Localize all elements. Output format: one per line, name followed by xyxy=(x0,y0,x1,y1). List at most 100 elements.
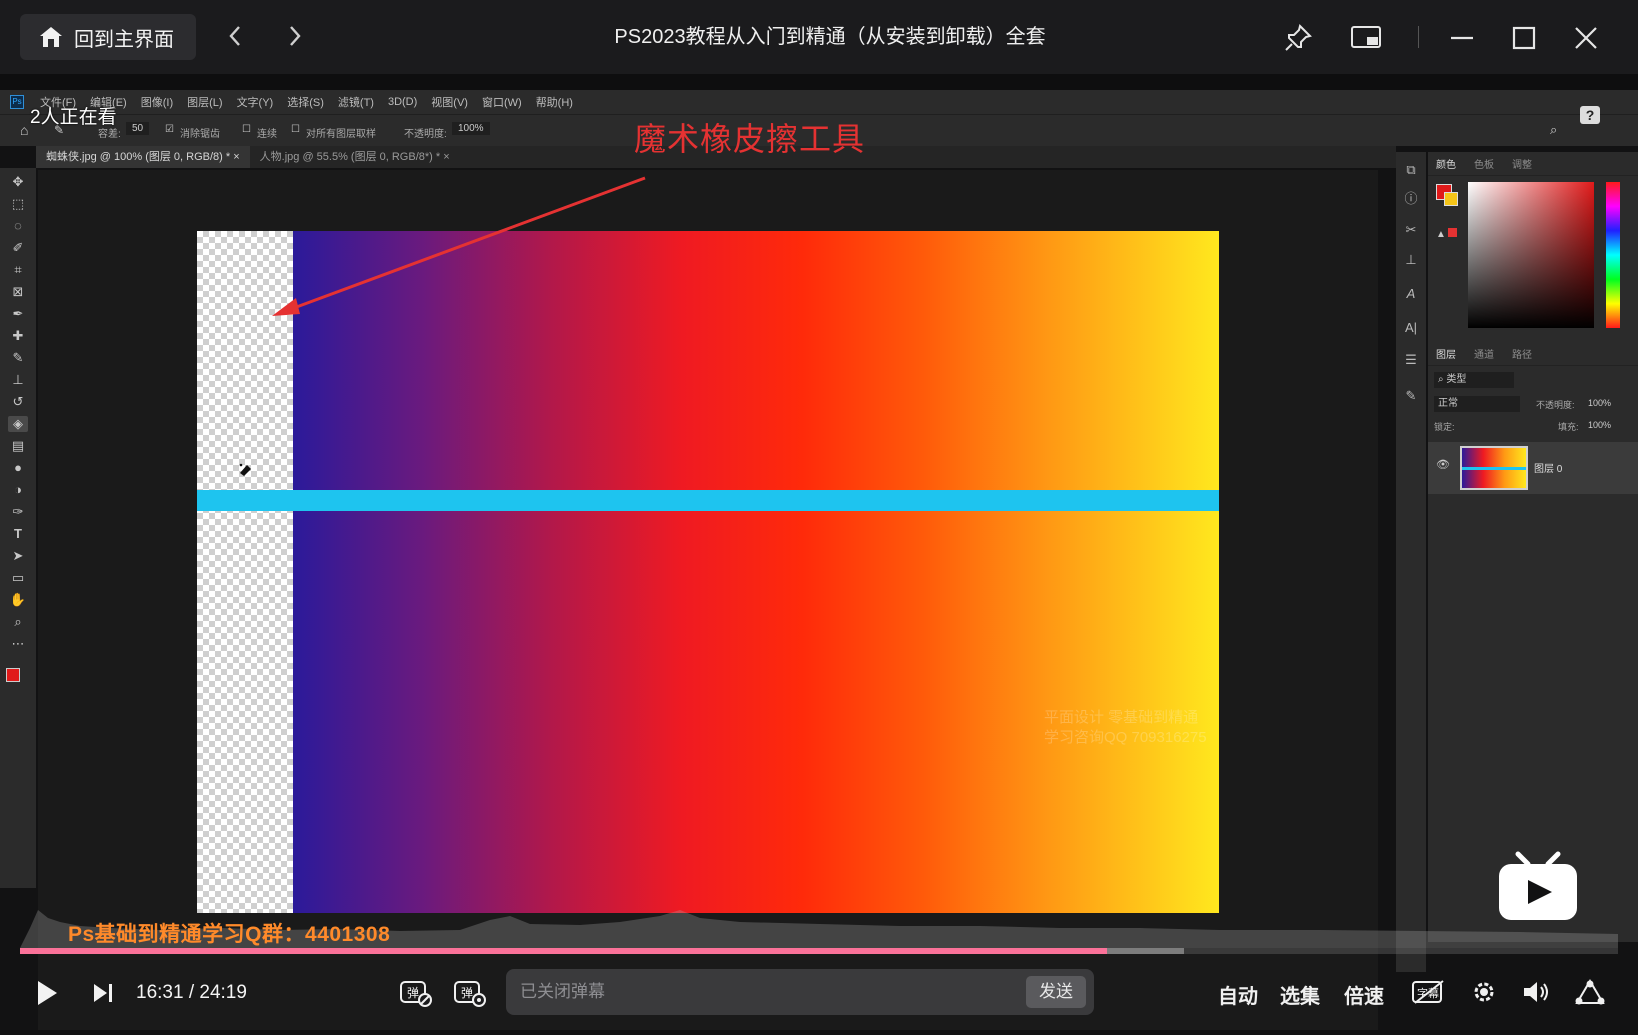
send-button[interactable]: 发送 xyxy=(1026,976,1086,1008)
maximize-icon xyxy=(1512,26,1536,50)
stamp-tool-icon: ⊥ xyxy=(12,372,24,387)
blend-mode-label: 正常 xyxy=(1438,398,1458,409)
magic-eraser-cursor-icon xyxy=(239,463,251,476)
layer-visibility-eye-icon: 👁 xyxy=(1436,459,1450,471)
swatches-tab: 色板 xyxy=(1474,160,1494,171)
triple-dot-share-icon xyxy=(1575,979,1605,1005)
color-panel-tabs: 颜色 色板 调整 xyxy=(1428,152,1638,176)
color-tab: 颜色 xyxy=(1436,160,1456,171)
watermark: 平面设计 零基础到精通 学习咨询QQ 709316275 xyxy=(1044,708,1207,748)
zoom-tool-icon: ⌕ xyxy=(14,614,22,629)
annotation-arrow-icon xyxy=(272,176,646,316)
history-panel-icon: ⧉ xyxy=(1406,162,1416,177)
skip-next-icon xyxy=(94,984,112,1002)
help-icon[interactable]: ? xyxy=(1580,106,1600,124)
layer-name: 图层 0 xyxy=(1534,464,1563,475)
layers-tab: 图层 xyxy=(1436,350,1456,361)
more-tools-icon: ⋯ xyxy=(11,636,25,651)
mini-window-button[interactable] xyxy=(1346,18,1386,58)
pin-button[interactable] xyxy=(1278,18,1318,58)
player-controls: 16:31 / 24:19 弹 弹 发送 自动 选集 倍速 字幕 xyxy=(0,962,1638,1022)
hand-tool-icon: ✋ xyxy=(9,592,27,607)
gradient-tool-icon: ▤ xyxy=(11,438,25,453)
cyan-stripe xyxy=(197,490,1219,511)
volume-button[interactable] xyxy=(1520,976,1552,1008)
type-tool-icon: T xyxy=(14,526,22,541)
path-select-tool-icon: ➤ xyxy=(12,548,24,563)
progress-played xyxy=(20,948,1107,954)
back-button[interactable] xyxy=(222,22,248,50)
next-button[interactable] xyxy=(88,978,118,1008)
picture-in-picture-icon xyxy=(1351,26,1381,48)
home-button[interactable]: 回到主界面 xyxy=(20,14,196,60)
close-icon xyxy=(1575,27,1597,49)
layers-panel-tabs: 图层 通道 路径 xyxy=(1428,342,1638,366)
fill-value: 100% xyxy=(1588,420,1612,430)
watermark-line2: 学习咨询QQ 709316275 xyxy=(1044,729,1207,746)
clone-source-icon: ⊥ xyxy=(1405,252,1417,267)
foreground-color-swatch xyxy=(6,668,20,682)
eraser-tool-icon: ◈ xyxy=(8,416,28,432)
rectangle-tool-icon: ▭ xyxy=(11,570,25,585)
ps-document-canvas xyxy=(197,231,1219,913)
qq-group-caption: Ps基础到精通学习Q群：4401308 xyxy=(68,923,391,946)
time-separator: / xyxy=(188,982,195,1003)
play-button[interactable] xyxy=(32,978,62,1008)
info-panel-icon: ⓘ xyxy=(1404,191,1418,206)
episodes-button[interactable]: 选集 xyxy=(1280,980,1320,1009)
minimize-button[interactable] xyxy=(1442,18,1482,58)
danmaku-toggle-button[interactable]: 弹 xyxy=(398,974,434,1010)
adjustments-tab: 调整 xyxy=(1512,160,1532,171)
layer-row: 👁 图层 0 xyxy=(1428,442,1638,494)
total-time: 24:19 xyxy=(199,982,247,1003)
transparent-erased-region xyxy=(197,231,293,913)
quality-auto-button[interactable]: 自动 xyxy=(1218,980,1258,1009)
subtitle-icon: 字幕 xyxy=(1412,980,1444,1004)
home-button-label: 回到主界面 xyxy=(74,28,174,51)
settings-button[interactable] xyxy=(1468,976,1500,1008)
danmaku-settings-button[interactable]: 弹 xyxy=(452,974,488,1010)
fullscreen-button[interactable] xyxy=(1572,976,1608,1008)
history-brush-tool-icon: ↺ xyxy=(12,394,24,409)
color-picker-field xyxy=(1468,182,1594,328)
pen-tool-icon: ✑ xyxy=(12,504,24,519)
channels-tab: 通道 xyxy=(1474,350,1494,361)
maximize-button[interactable] xyxy=(1504,18,1544,58)
video-frame[interactable]: Ps 文件(F) 编辑(E) 图像(I) 图层(L) 文字(Y) 选择(S) 滤… xyxy=(0,90,1638,1035)
layer-opacity-value: 100% xyxy=(1588,398,1612,408)
subtitle-button[interactable]: 字幕 xyxy=(1410,976,1446,1008)
time-display: 16:31 / 24:19 xyxy=(136,982,247,1004)
title-bar-divider xyxy=(1418,26,1419,48)
layer-filter-label: 类型 xyxy=(1446,374,1467,385)
lock-label: 锁定: xyxy=(1434,422,1455,432)
close-button[interactable] xyxy=(1566,18,1606,58)
paths-tab: 路径 xyxy=(1512,350,1532,361)
layer-thumbnail xyxy=(1460,446,1528,490)
svg-text:弹: 弹 xyxy=(407,986,419,1000)
chevron-left-icon xyxy=(229,26,240,46)
paragraph-panel-icon: A| xyxy=(1404,320,1418,335)
blend-mode-select: 正常 xyxy=(1434,396,1520,412)
ps-search-icon: ⌕ xyxy=(1550,122,1558,137)
danmaku-off-icon: 弹 xyxy=(400,981,432,1007)
chevron-right-icon xyxy=(290,26,301,46)
dodge-tool-icon: ◑ xyxy=(14,482,22,497)
danmaku-input[interactable] xyxy=(520,969,1000,1015)
speed-button[interactable]: 倍速 xyxy=(1344,980,1384,1009)
character-panel-icon: A xyxy=(1406,286,1416,301)
forward-button[interactable] xyxy=(282,22,308,50)
video-title: PS2023教程从入门到精通（从安装到卸载）全套 xyxy=(614,26,1046,48)
fill-label: 填充: xyxy=(1558,422,1579,432)
danmaku-input-box: 发送 xyxy=(506,969,1094,1015)
gear-icon xyxy=(1474,982,1494,1002)
current-time: 16:31 xyxy=(136,982,184,1003)
warning-icon: ▲ xyxy=(1436,228,1457,240)
brush-settings-icon: ✂ xyxy=(1405,222,1417,237)
player-title-bar: 回到主界面 PS2023教程从入门到精通（从安装到卸载）全套 xyxy=(0,0,1638,74)
svg-text:弹: 弹 xyxy=(461,986,473,1000)
healing-tool-icon: ✚ xyxy=(12,328,24,343)
watermark-line1: 平面设计 零基础到精通 xyxy=(1044,709,1199,726)
progress-bar[interactable] xyxy=(20,948,1618,954)
panel-background-swatch xyxy=(1444,192,1458,206)
minimize-icon xyxy=(1451,36,1473,40)
